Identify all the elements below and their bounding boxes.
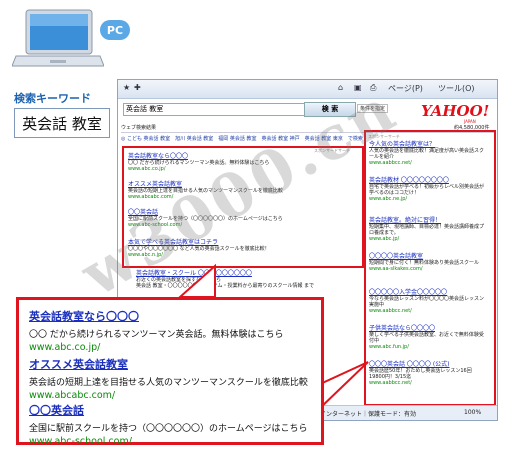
ad-desc: 短期集中、現地講師、目標必達！英会話講師養成プロ養成まで。 (369, 224, 485, 236)
callout-ad-url[interactable]: www.abc.co.jp/ (29, 342, 319, 353)
ad-url[interactable]: www.abc.ne.jp/ (369, 196, 487, 202)
right-ad-3[interactable]: 英会話教室。絶対に習得！ 短期集中、現地講師、目標必達！英会話講師養成プロ養成ま… (369, 218, 487, 243)
tools-menu[interactable]: ツール(O) (438, 83, 475, 94)
ads-zoom-callout: 英会話教室なら〇〇〇 〇〇 だから続けられるマンツーマン英会話。無料体験はこちら… (16, 297, 324, 447)
callout-ad-1[interactable]: 英会話教室なら〇〇〇 〇〇 だから続けられるマンツーマン英会話。無料体験はこちら… (29, 308, 319, 353)
page-menu[interactable]: ページ(P) (388, 83, 423, 94)
browser-toolbar: ★ ✚ ⌂ ▣ ⎙ ページ(P) ツール(O) (118, 80, 497, 99)
right-ad-6[interactable]: 子供英会話なら〇〇〇〇 楽しく学べる子供英会話教室、お近くで無料体験受付中 ww… (369, 326, 487, 351)
ad-desc: 人気の英会話を徹底比較！満足度が高い英会話スクールを紹介 (369, 148, 485, 160)
home-icon[interactable]: ⌂ (338, 83, 343, 92)
callout-ad-url[interactable]: www.abc-school.com/ (29, 436, 319, 447)
ad-desc: 自宅で英会話が学べる！初級からレベル別英会話が学べるのはココだけ！ (369, 184, 485, 196)
ad-desc: 英会話歴50年！おためし英会話レッスン16回 19800円！3/15迄 (369, 368, 472, 380)
ad-url[interactable]: www.aabbcc.net/ (369, 380, 487, 386)
callout-ad-desc: 〇〇 だから続けられるマンツーマン英会話。無料体験はこちら (29, 330, 284, 340)
callout-ad-desc: 英会話の短期上達を目指せる人気のマンツーマンスクールを徹底比較 (29, 378, 308, 388)
security-zone: インターネット｜保護モード：有効 (320, 411, 417, 418)
search-input[interactable]: 英会話 教室 (123, 103, 305, 116)
right-ad-7[interactable]: 〇〇〇英会話 〇〇〇〇 (公式) 英会話歴50年！おためし英会話レッスン16回 … (369, 362, 487, 387)
callout-ad-title[interactable]: 〇〇英会話 (29, 402, 319, 418)
callout-ad-3[interactable]: 〇〇英会話 全国に駅前スクールを持つ（〇〇〇〇〇〇）のホームページはこちら ww… (29, 402, 319, 447)
ad-url[interactable]: www.abc.fun.jp/ (369, 344, 487, 350)
callout-ad-title[interactable]: オススメ英会話教室 (29, 356, 319, 372)
ad-url[interactable]: www.aa-slkakes.com/ (369, 266, 487, 272)
ad-url[interactable]: www.aabbcc.net/ (369, 308, 487, 314)
right-ad-2[interactable]: 英会話教材 〇〇〇〇〇〇〇〇 自宅で英会話が学べる！初級からレベル別英会話が学べ… (369, 178, 487, 203)
right-ad-4[interactable]: 〇〇〇〇英会話教室 短期間で身に付く！無料体験あり英会話スクール www.aa-… (369, 254, 487, 273)
callout-ad-title[interactable]: 英会話教室なら〇〇〇 (29, 308, 319, 324)
callout-ad-2[interactable]: オススメ英会話教室 英会話の短期上達を目指せる人気のマンツーマンスクールを徹底比… (29, 356, 319, 401)
ad-url[interactable]: www.aabbcc.net/ (369, 160, 487, 166)
ad-desc: 楽しく学べる子供英会話教室、お近くで無料体験受付中 (369, 332, 484, 344)
result-desc-2: 英会話 教室・〇〇〇〇〇〇、システム・授業料から最寄りのスクール情報 まで (136, 283, 315, 289)
keyword-box: 英会話 教室 (14, 108, 110, 138)
pc-badge: PC (100, 20, 130, 40)
right-ad-5[interactable]: 〇〇〇〇〇入学金〇〇〇〇〇 今なら英会話レッスン料が〇〇〇〇英会話レッスン実施中… (369, 290, 487, 315)
laptop-icon (12, 9, 104, 67)
ad-url[interactable]: www.abc.jp/ (369, 236, 487, 242)
yahoo-logo[interactable]: YAHOO! (421, 102, 489, 120)
zoom-level[interactable]: 100% (464, 409, 481, 416)
add-favorites-icon[interactable]: ✚ (134, 83, 141, 92)
favorites-star-icon[interactable]: ★ (123, 83, 130, 92)
callout-ad-desc: 全国に駅前スクールを持つ（〇〇〇〇〇〇）のホームページはこちら (29, 424, 308, 434)
keyword-label: 検索キーワード (14, 92, 91, 105)
callout-ad-url[interactable]: www.abcabc.com/ (29, 390, 319, 401)
ad-desc: 今なら英会話レッスン料が〇〇〇〇英会話レッスン実施中 (369, 296, 485, 308)
